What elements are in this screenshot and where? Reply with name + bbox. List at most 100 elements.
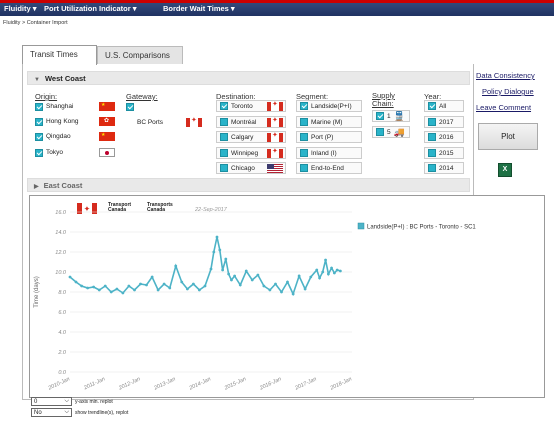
plot-button[interactable]: Plot (478, 123, 538, 150)
y-tick-label: 10.0 (55, 270, 67, 276)
trendline-select[interactable]: No ⌵ (31, 408, 72, 417)
data-point (203, 284, 207, 288)
tab-us-comparisons[interactable]: U.S. Comparisons (97, 46, 183, 64)
origin-label: Hong Kong (46, 118, 79, 125)
data-point (330, 266, 333, 270)
checkbox-checked[interactable] (35, 132, 43, 141)
segment-port[interactable]: Port (P) (296, 131, 362, 143)
checkbox-checked[interactable] (220, 102, 228, 110)
data-point (244, 269, 248, 273)
data-point (286, 280, 289, 284)
supply-chain-1[interactable]: 1 🚆 (372, 110, 410, 122)
canada-flag-icon: ✦ (77, 203, 97, 214)
year-2016[interactable]: 2016 (424, 131, 464, 143)
menu-border-wait-times[interactable]: Border Wait Times ▾ (163, 4, 235, 13)
origin-tokyo[interactable]: Tokyo (35, 147, 115, 158)
checkbox-checked[interactable] (35, 102, 43, 111)
data-point (212, 250, 216, 254)
hong-kong-flag-icon (99, 117, 115, 126)
x-tick-label: 2013-Jan (152, 376, 176, 392)
data-point (156, 288, 160, 292)
y-tick-label: 0.0 (58, 370, 67, 376)
checkbox-unchecked[interactable] (300, 164, 308, 172)
tab-transit-times[interactable]: Transit Times (22, 45, 97, 65)
segment-inland[interactable]: Inland (I) (296, 147, 362, 159)
legend-swatch (357, 222, 365, 230)
data-point (127, 284, 131, 288)
origin-shanghai[interactable]: Shanghai (35, 101, 115, 112)
checkbox-unchecked[interactable] (300, 133, 308, 141)
year-label: 2017 (439, 118, 454, 126)
destination-label: Chicago (231, 164, 255, 172)
policy-dialogue-link[interactable]: Policy Dialogue (482, 87, 534, 96)
year-2014[interactable]: 2014 (424, 162, 464, 174)
checkbox-checked[interactable] (300, 102, 308, 110)
y-axis-min-select[interactable]: 0 ⌵ (31, 397, 72, 406)
legend-label: Landside(P+I) : BC Ports - Toronto - SC1 (367, 225, 476, 231)
origin-hong-kong[interactable]: Hong Kong (35, 116, 115, 127)
checkbox-checked[interactable] (35, 117, 43, 126)
year-all[interactable]: All (424, 100, 464, 112)
data-point (321, 270, 325, 274)
trendline-value: No (34, 409, 42, 416)
data-consistency-link[interactable]: Data Consistency (476, 71, 535, 80)
trendline-row: No ⌵ show trendline(s), replot (31, 408, 128, 417)
gateway-header: Gateway: (126, 92, 158, 101)
segment-label: Inland (I) (311, 149, 337, 157)
destination-chicago[interactable]: Chicago (216, 162, 286, 174)
y-axis-label: Time (days) (34, 276, 40, 307)
data-point (315, 268, 319, 272)
menu-port-utilization[interactable]: Port Utilization Indicator ▾ (44, 4, 137, 13)
gateway-bc-ports[interactable]: BC Ports (126, 116, 204, 128)
section-east-coast-label: East Coast (43, 181, 83, 190)
data-point (209, 267, 213, 271)
checkbox-unchecked[interactable] (300, 118, 308, 126)
destination-winnipeg[interactable]: Winnipeg (216, 147, 286, 159)
leave-comment-link[interactable]: Leave Comment (476, 103, 531, 112)
segment-marine[interactable]: Marine (M) (296, 116, 362, 128)
gateway-all-checkbox[interactable] (126, 101, 137, 112)
origin-qingdao[interactable]: Qingdao (35, 131, 115, 142)
data-point (335, 268, 339, 272)
supply-chain-5[interactable]: 5 🚚 (372, 126, 410, 138)
destination-toronto[interactable]: Toronto (216, 100, 286, 112)
data-point (197, 288, 201, 292)
destination-calgary[interactable]: Calgary (216, 131, 286, 143)
checkbox-unchecked[interactable] (428, 164, 436, 172)
checkbox-unchecked[interactable] (428, 149, 436, 157)
checkbox-unchecked[interactable] (220, 149, 228, 157)
segment-landside[interactable]: Landside(P+I) (296, 100, 362, 112)
checkbox-unchecked[interactable] (220, 133, 228, 141)
segment-label: End-to-End (311, 164, 344, 172)
data-point (97, 288, 101, 292)
data-point (139, 282, 142, 286)
y-axis-min-label: y-axis min. replot (75, 398, 113, 405)
checkbox-checked[interactable] (35, 148, 43, 157)
chart-date: 22-Sep-2017 (195, 207, 227, 213)
segment-end-to-end[interactable]: End-to-End (296, 162, 362, 174)
destination-montreal[interactable]: Montréal (216, 116, 286, 128)
segment-label: Marine (M) (311, 118, 343, 126)
checkbox-unchecked[interactable] (300, 149, 308, 157)
checkbox-checked[interactable] (428, 102, 436, 110)
year-2015[interactable]: 2015 (424, 147, 464, 159)
checkbox-checked[interactable] (126, 102, 134, 111)
checkbox-unchecked[interactable] (220, 118, 228, 126)
x-tick-label: 2016-Jan (258, 376, 282, 392)
menu-fluidity[interactable]: Fluidity ▾ (4, 4, 37, 13)
checkbox-unchecked[interactable] (428, 133, 436, 141)
year-2017[interactable]: 2017 (424, 116, 464, 128)
section-west-coast[interactable]: ▼ West Coast (27, 71, 470, 85)
checkbox-unchecked[interactable] (376, 128, 384, 136)
data-point (256, 273, 260, 277)
checkbox-unchecked[interactable] (428, 118, 436, 126)
data-point (297, 274, 301, 278)
checkbox-unchecked[interactable] (220, 164, 228, 172)
checkbox-checked[interactable] (376, 112, 384, 120)
excel-export-icon[interactable]: X (498, 163, 512, 177)
canada-flag-icon (267, 100, 283, 111)
china-flag-icon (99, 132, 115, 141)
section-east-coast[interactable]: ▶ East Coast (27, 178, 470, 192)
data-point (274, 282, 277, 286)
x-tick-label: 2017-Jan (293, 376, 317, 392)
